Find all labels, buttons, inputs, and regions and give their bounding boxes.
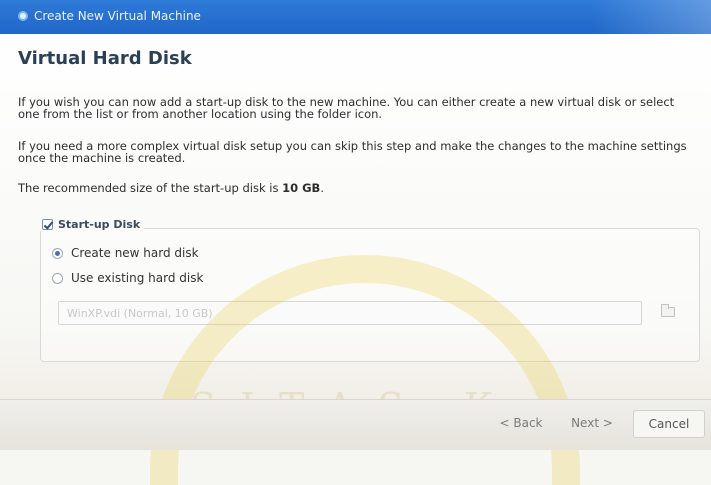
back-button[interactable]: < Back bbox=[492, 410, 550, 436]
recommended-suffix: . bbox=[320, 181, 324, 195]
advanced-paragraph: If you need a more complex virtual disk … bbox=[18, 139, 687, 165]
recommended-size-text: The recommended size of the start-up dis… bbox=[18, 182, 698, 194]
title-bar-gradient bbox=[591, 0, 711, 34]
folder-icon bbox=[661, 304, 675, 317]
select-disk-folder-button[interactable] bbox=[659, 303, 677, 321]
app-icon bbox=[18, 11, 28, 21]
title-bar: Create New Virtual Machine bbox=[0, 0, 711, 35]
wizard-button-bar: < Back Next > Cancel bbox=[0, 399, 711, 450]
next-button[interactable]: Next > bbox=[563, 410, 621, 436]
recommended-prefix: The recommended size of the start-up dis… bbox=[18, 181, 283, 195]
startup-disk-checkbox[interactable]: Start-up Disk bbox=[40, 218, 145, 231]
page-title: Virtual Hard Disk bbox=[18, 48, 192, 69]
window-title: Create New Virtual Machine bbox=[34, 9, 201, 23]
cancel-button[interactable]: Cancel bbox=[633, 410, 705, 438]
use-existing-disk-label: Use existing hard disk bbox=[71, 271, 204, 285]
radio-unselected-icon[interactable] bbox=[52, 272, 63, 284]
startup-disk-label: Start-up Disk bbox=[58, 218, 141, 231]
create-new-disk-label: Create new hard disk bbox=[71, 246, 199, 260]
recommended-size-value: 10 GB bbox=[282, 181, 321, 195]
create-new-disk-radio[interactable]: Create new hard disk bbox=[52, 246, 199, 260]
radio-selected-icon[interactable] bbox=[52, 247, 63, 259]
intro-paragraph: If you wish you can now add a start-up d… bbox=[18, 95, 675, 121]
use-existing-disk-radio[interactable]: Use existing hard disk bbox=[52, 271, 203, 285]
checkbox-checked-icon[interactable] bbox=[42, 219, 53, 230]
